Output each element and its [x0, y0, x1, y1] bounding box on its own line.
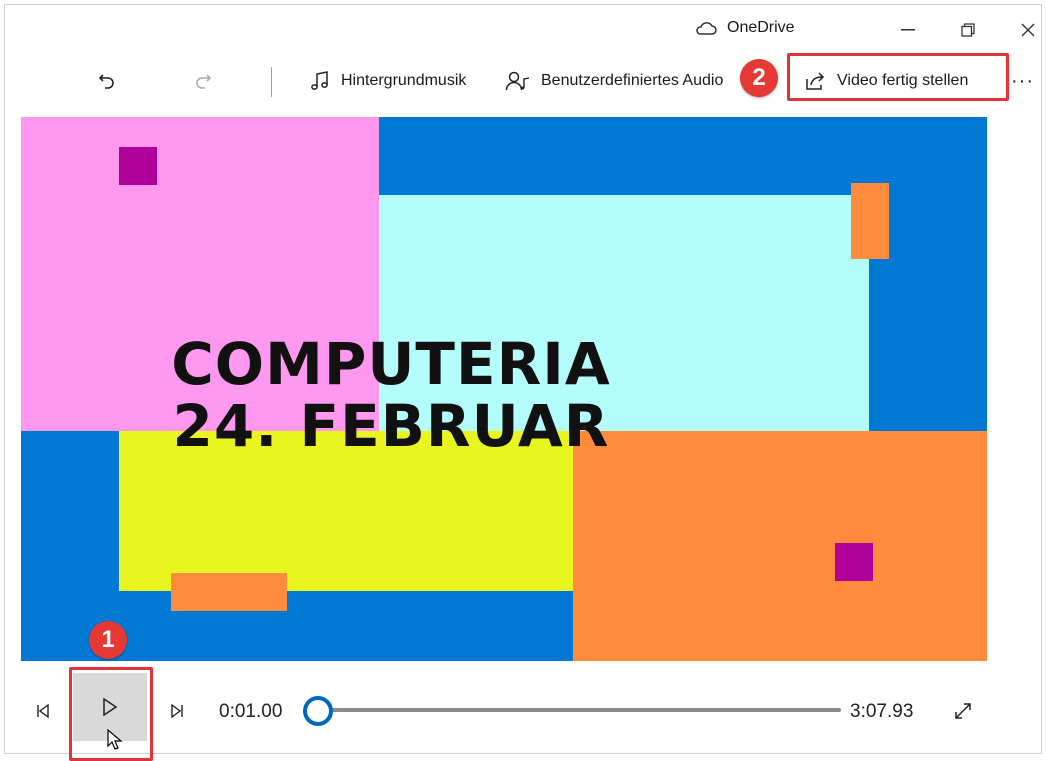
custom-audio-label: Benutzerdefiniertes Audio	[541, 72, 724, 89]
previous-frame-button[interactable]	[27, 695, 59, 727]
current-time: 0:01.00	[219, 701, 283, 722]
custom-audio-icon	[505, 70, 531, 92]
total-time: 3:07.93	[850, 701, 914, 722]
close-icon	[1021, 23, 1035, 37]
cloud-icon	[695, 21, 717, 35]
video-preview[interactable]: COMPUTERIA 24. FEBRUAR	[21, 117, 987, 661]
finish-video-highlight	[787, 53, 1009, 101]
preview-title: COMPUTERIA 24. FEBRUAR	[21, 333, 761, 457]
orange-block	[573, 431, 987, 661]
preview-title-line-2: 24. FEBRUAR	[172, 392, 610, 460]
undo-button[interactable]	[97, 53, 117, 109]
background-music-button[interactable]: Hintergrundmusik	[309, 53, 466, 109]
more-options-icon: ···	[1011, 69, 1034, 92]
onedrive-label: OneDrive	[727, 19, 795, 36]
orange-bar-right	[851, 183, 889, 259]
fullscreen-button[interactable]	[947, 695, 979, 727]
onedrive-indicator[interactable]: OneDrive	[695, 19, 795, 37]
playback-controls: 0:01.00 3:07.93 1	[5, 621, 1041, 761]
toolbar-divider	[271, 67, 272, 97]
video-editor-window: OneDrive Hintergrundmusik Benutzerdefini…	[4, 4, 1042, 761]
more-options-button[interactable]: ···	[1011, 53, 1034, 109]
restore-button[interactable]	[945, 15, 991, 45]
redo-button[interactable]	[193, 53, 213, 109]
next-frame-button[interactable]	[161, 695, 193, 727]
redo-icon	[193, 71, 213, 91]
close-window-button[interactable]	[1005, 15, 1046, 45]
minimize-button[interactable]	[885, 15, 931, 45]
undo-icon	[97, 71, 117, 91]
orange-bar-bottom	[171, 573, 287, 611]
minimize-icon	[901, 29, 915, 31]
next-frame-icon	[169, 703, 185, 719]
purple-square-bottom	[835, 543, 873, 581]
step-badge-1: 1	[89, 621, 127, 659]
play-button-highlight	[69, 667, 153, 761]
seek-bar[interactable]	[331, 708, 841, 712]
purple-square-top	[119, 147, 157, 185]
preview-title-line-1: COMPUTERIA	[171, 330, 611, 398]
expand-icon	[954, 702, 972, 720]
title-bar: OneDrive	[5, 5, 1041, 51]
custom-audio-button[interactable]: Benutzerdefiniertes Audio	[505, 53, 723, 109]
step-badge-2: 2	[740, 59, 778, 97]
previous-frame-icon	[35, 703, 51, 719]
music-note-icon	[309, 70, 331, 92]
background-music-label: Hintergrundmusik	[341, 72, 467, 89]
seek-thumb[interactable]	[303, 696, 333, 726]
restore-icon	[961, 23, 975, 37]
